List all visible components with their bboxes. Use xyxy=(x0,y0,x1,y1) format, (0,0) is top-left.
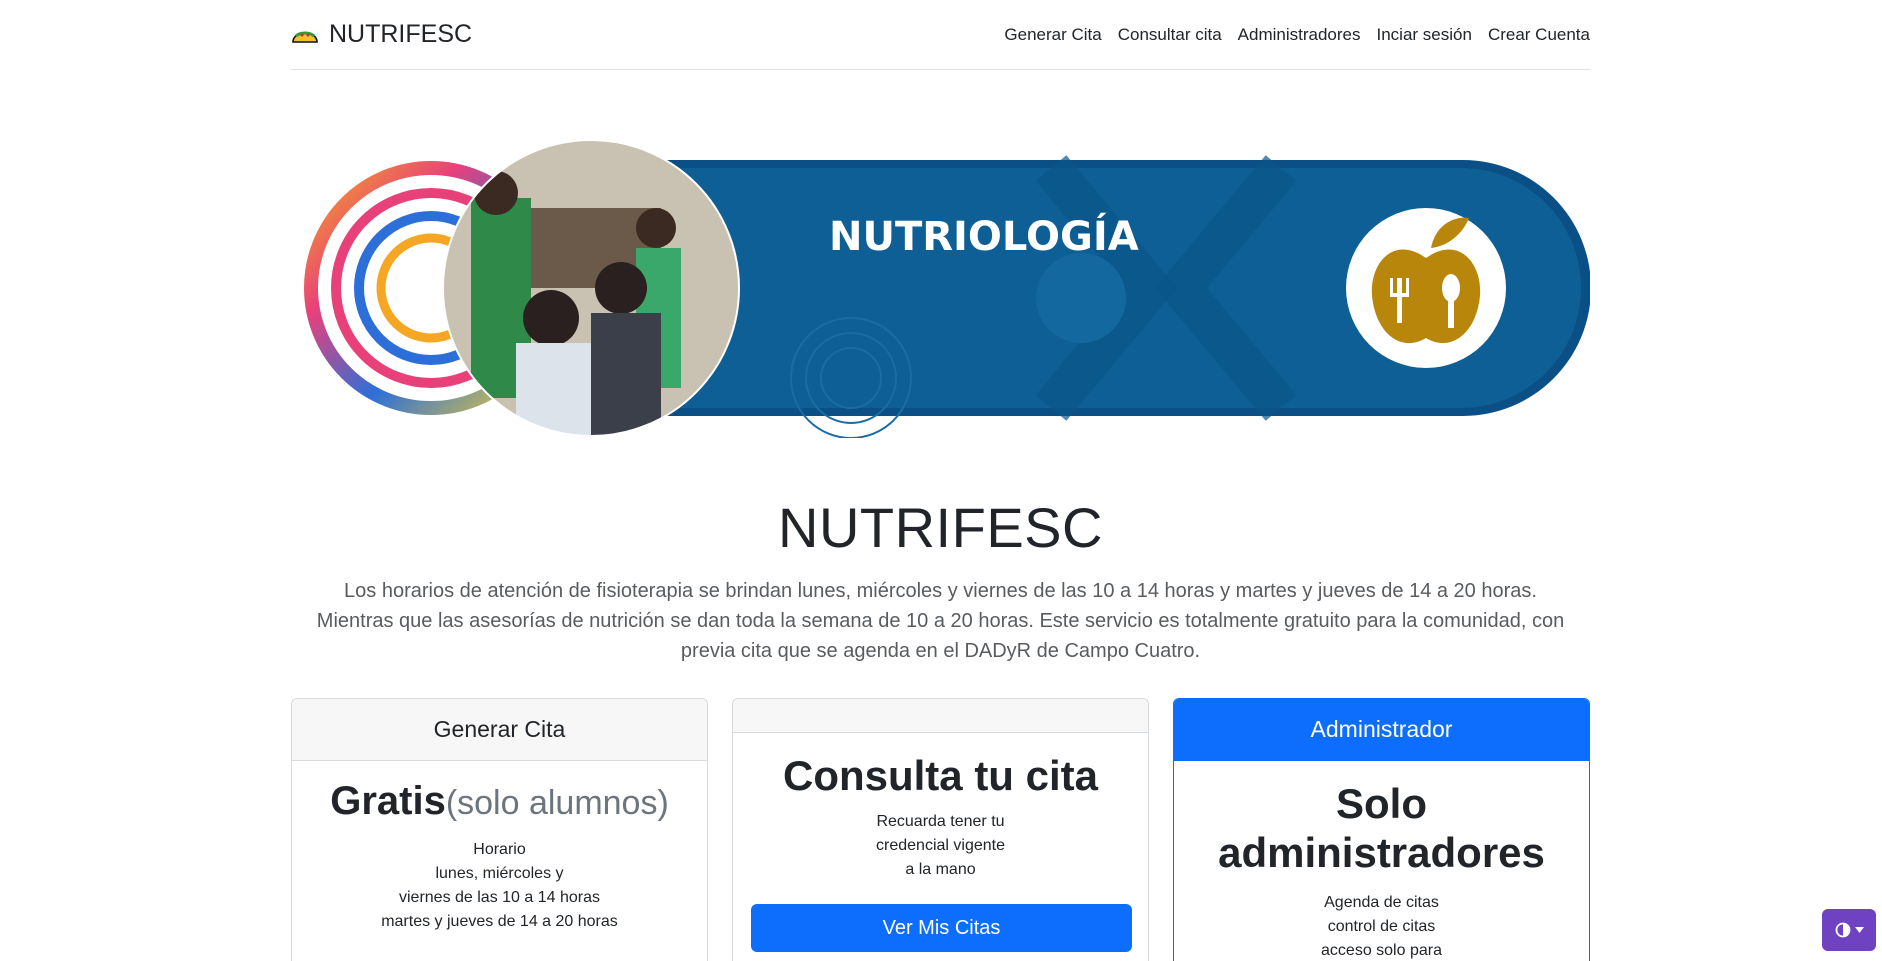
list-item: credencial vigente xyxy=(876,837,1005,854)
list-item: lunes, miércoles y xyxy=(435,865,564,882)
admin-title: Solo administradores xyxy=(1218,780,1545,876)
page-container: NUTRIFESC Generar Cita Consultar cita Ad… xyxy=(291,0,1590,961)
list-item: control de citas xyxy=(1327,918,1436,935)
brand-name: NUTRIFESC xyxy=(329,20,473,48)
card-header-consulta xyxy=(733,699,1148,733)
apple-fork-spoon-icon xyxy=(1346,208,1506,368)
list-item: a la mano xyxy=(905,861,976,878)
nav-iniciar-sesion[interactable]: Inciar sesión xyxy=(1377,25,1472,45)
schedule-description: Los horarios de atención de fisioterapia… xyxy=(316,580,1565,662)
caret-down-icon xyxy=(1854,927,1864,933)
nav-generar-cita[interactable]: Generar Cita xyxy=(1004,25,1101,45)
card-body-generar-cita: Gratis(solo alumnos) Horario lunes, miér… xyxy=(292,761,707,961)
price-note: (solo alumnos) xyxy=(445,784,669,822)
card-body-administrador: Solo administradores Agenda de citas con… xyxy=(1174,761,1589,961)
nav-administradores[interactable]: Administradores xyxy=(1238,25,1361,45)
card-consulta: Consulta tu cita Recuarda tener tu crede… xyxy=(732,698,1149,961)
nutriologia-banner: NUTRIOLOGÍA xyxy=(304,139,1590,438)
list-item: Agenda de citas xyxy=(1324,894,1439,911)
list-item: martes y jueves de 14 a 20 horas xyxy=(381,913,618,930)
schedule-list: Horario lunes, miércoles y viernes de la… xyxy=(308,838,691,934)
taco-logo-icon xyxy=(292,31,318,43)
banner-title: NUTRIOLOGÍA xyxy=(829,212,1139,260)
price-label: Gratis(solo alumnos) xyxy=(308,779,691,824)
nav-consultar-cita[interactable]: Consultar cita xyxy=(1118,25,1222,45)
list-item: Horario xyxy=(473,841,526,858)
contrast-icon xyxy=(1835,922,1850,938)
consulta-title: Consulta tu cita xyxy=(782,752,1099,799)
price-value: Gratis xyxy=(330,779,446,823)
card-header-generar-cita: Generar Cita xyxy=(292,699,707,761)
list-item: Recuarda tener tu xyxy=(876,813,1005,830)
page-title: NUTRIFESC xyxy=(778,496,1103,559)
navbar: NUTRIFESC Generar Cita Consultar cita Ad… xyxy=(291,0,1590,70)
hero-section: NUTRIFESC Los horarios de atención de fi… xyxy=(291,495,1590,666)
card-generar-cita: Generar Cita Gratis(solo alumnos) Horari… xyxy=(291,698,708,961)
list-item: viernes de las 10 a 14 horas xyxy=(398,889,600,906)
ver-mis-citas-button[interactable]: Ver Mis Citas xyxy=(751,904,1132,952)
brand-link[interactable]: NUTRIFESC xyxy=(291,20,472,49)
card-administrador: Administrador Solo administradores Agend… xyxy=(1173,698,1590,961)
admin-list: Agenda de citas control de citas acceso … xyxy=(1190,891,1573,961)
card-header-administrador: Administrador xyxy=(1174,699,1589,761)
main-nav: Generar Cita Consultar cita Administrado… xyxy=(1004,25,1590,45)
theme-toggle-button[interactable] xyxy=(1822,909,1876,951)
consulta-list: Recuarda tener tu credencial vigente a l… xyxy=(749,810,1132,882)
list-item: acceso solo para xyxy=(1321,942,1442,959)
nav-crear-cuenta[interactable]: Crear Cuenta xyxy=(1488,25,1590,45)
cards-row: Generar Cita Gratis(solo alumnos) Horari… xyxy=(291,698,1590,961)
card-body-consulta: Consulta tu cita Recuarda tener tu crede… xyxy=(733,733,1148,961)
